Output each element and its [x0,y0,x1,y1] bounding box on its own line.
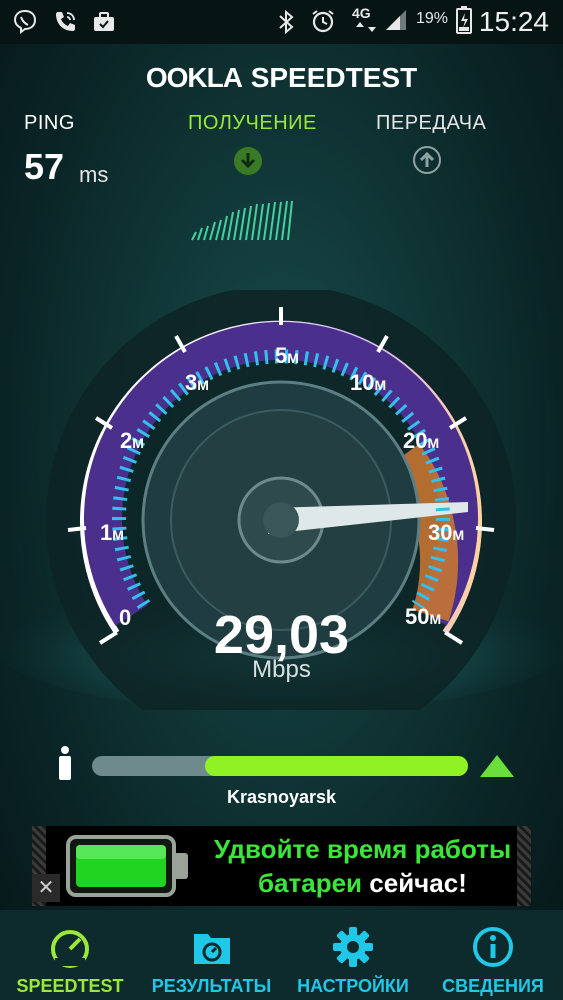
app-brand: OOKLA SPEEDTEST [0,62,563,94]
bottom-nav: SPEEDTEST РЕЗУЛЬТАТЫ НАСТРОЙКИ СВЕДЕНИЯ [0,910,563,1000]
battery-icon [456,6,472,34]
nav-label: НАСТРОЙКИ [297,976,409,996]
server-city: Krasnoyarsk [226,787,337,807]
status-clock: 15:24 [478,6,549,37]
speed-result-unit: Mbps [252,656,311,683]
data-arrows-icon [356,22,376,32]
ad-side-pattern [517,826,531,906]
alarm-icon [312,10,334,33]
upload-arrow-icon [413,146,441,174]
ping-label: PING [24,112,75,134]
nav-label: SPEEDTEST [16,976,124,996]
nav-results[interactable]: РЕЗУЛЬТАТЫ [140,910,283,1000]
nav-info[interactable]: СВЕДЕНИЯ [423,910,563,1000]
bluetooth-icon [279,9,294,35]
briefcase-icon [94,12,114,31]
download-arrow-icon [234,147,262,175]
ad-subline: батареи сейчас! [258,868,467,898]
speedometer-icon [51,930,89,968]
brand-ookla: OOKLA [145,62,243,93]
person-icon [59,746,71,780]
phone-call-icon [56,12,75,31]
gauge-tick-label: 2M [120,428,144,453]
results-folder-icon [193,934,230,964]
status-bar: 4G 19% 15:24 [0,0,563,44]
ping-value: 57 [24,146,65,187]
ad-close-button[interactable]: ✕ [32,874,60,902]
server-progress-fill [205,756,468,776]
brand-speedtest: SPEEDTEST [250,62,418,93]
gauge-tick-label: 5M [275,343,299,368]
gauge-tick-label: 10M [350,370,387,395]
gear-icon [333,927,373,967]
battery-percent: 19% [416,10,449,27]
battery-ad-icon [66,835,188,897]
network-type-label: 4G [352,5,371,21]
info-icon [473,927,513,967]
viber-icon [13,9,37,34]
gauge-tick-label: 20M [403,428,440,453]
nav-label: РЕЗУЛЬТАТЫ [151,976,272,996]
ad-banner[interactable]: ✕ Удвойте время работы батареи сейчас! [32,826,531,906]
nav-settings[interactable]: НАСТРОЙКИ [283,910,423,1000]
server-triangle-icon [480,755,514,777]
download-label: ПОЛУЧЕНИЕ [188,112,317,134]
ping-unit: ms [79,162,109,187]
upload-label: ПЕРЕДАЧА [376,112,487,134]
gauge-tick-label: 1M [100,520,124,545]
gauge-tick-label: 3M [185,370,209,395]
nav-label: СВЕДЕНИЯ [442,976,544,996]
nav-speedtest[interactable]: SPEEDTEST [0,910,140,1000]
ad-headline: Удвойте время работы [214,834,512,864]
signal-icon [386,10,406,30]
download-activity-bars [191,200,293,241]
gauge-tick-label: 30M [428,520,465,545]
